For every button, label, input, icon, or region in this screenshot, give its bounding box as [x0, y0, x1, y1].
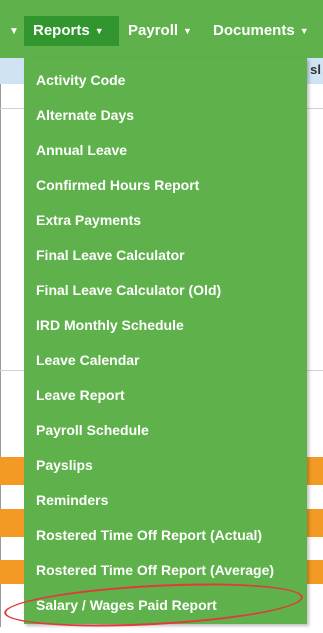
chevron-down-icon[interactable]: ▼ — [9, 26, 19, 37]
chevron-down-icon: ▼ — [299, 26, 309, 36]
nav-documents[interactable]: Documents ▼ — [213, 16, 309, 46]
menu-item-annual-leave[interactable]: Annual Leave — [36, 140, 127, 160]
menu-item-final-leave-calculator[interactable]: Final Leave Calculator — [36, 245, 185, 265]
nav-documents-label: Documents — [213, 22, 295, 39]
menu-item-activity-code[interactable]: Activity Code — [36, 70, 125, 90]
menu-item-rostered-time-off-average[interactable]: Rostered Time Off Report (Average) — [36, 560, 274, 580]
top-navbar: ▼ Reports ▼ Payroll ▼ Documents ▼ — [0, 0, 323, 58]
nav-payroll[interactable]: Payroll ▼ — [128, 16, 192, 46]
menu-item-leave-report[interactable]: Leave Report — [36, 385, 125, 405]
nav-reports[interactable]: Reports ▼ — [24, 16, 119, 46]
menu-item-rostered-time-off-actual[interactable]: Rostered Time Off Report (Actual) — [36, 525, 262, 545]
menu-item-extra-payments[interactable]: Extra Payments — [36, 210, 141, 230]
menu-item-confirmed-hours-report[interactable]: Confirmed Hours Report — [36, 175, 199, 195]
menu-item-payslips[interactable]: Payslips — [36, 455, 93, 475]
menu-item-final-leave-calculator-old[interactable]: Final Leave Calculator (Old) — [36, 280, 221, 300]
menu-item-leave-calendar[interactable]: Leave Calendar — [36, 350, 140, 370]
nav-reports-label: Reports — [33, 22, 90, 39]
chevron-down-icon: ▼ — [183, 26, 192, 36]
menu-item-alternate-days[interactable]: Alternate Days — [36, 105, 134, 125]
reports-dropdown-menu: Activity Code Alternate Days Annual Leav… — [24, 58, 307, 624]
menu-item-reminders[interactable]: Reminders — [36, 490, 108, 510]
nav-payroll-label: Payroll — [128, 22, 179, 39]
menu-item-payroll-schedule[interactable]: Payroll Schedule — [36, 420, 149, 440]
menu-item-ird-monthly-schedule[interactable]: IRD Monthly Schedule — [36, 315, 184, 335]
partial-header-text: sl — [310, 62, 321, 77]
chevron-down-icon: ▼ — [94, 26, 104, 36]
menu-item-salary-wages-paid-report[interactable]: Salary / Wages Paid Report — [36, 595, 217, 615]
